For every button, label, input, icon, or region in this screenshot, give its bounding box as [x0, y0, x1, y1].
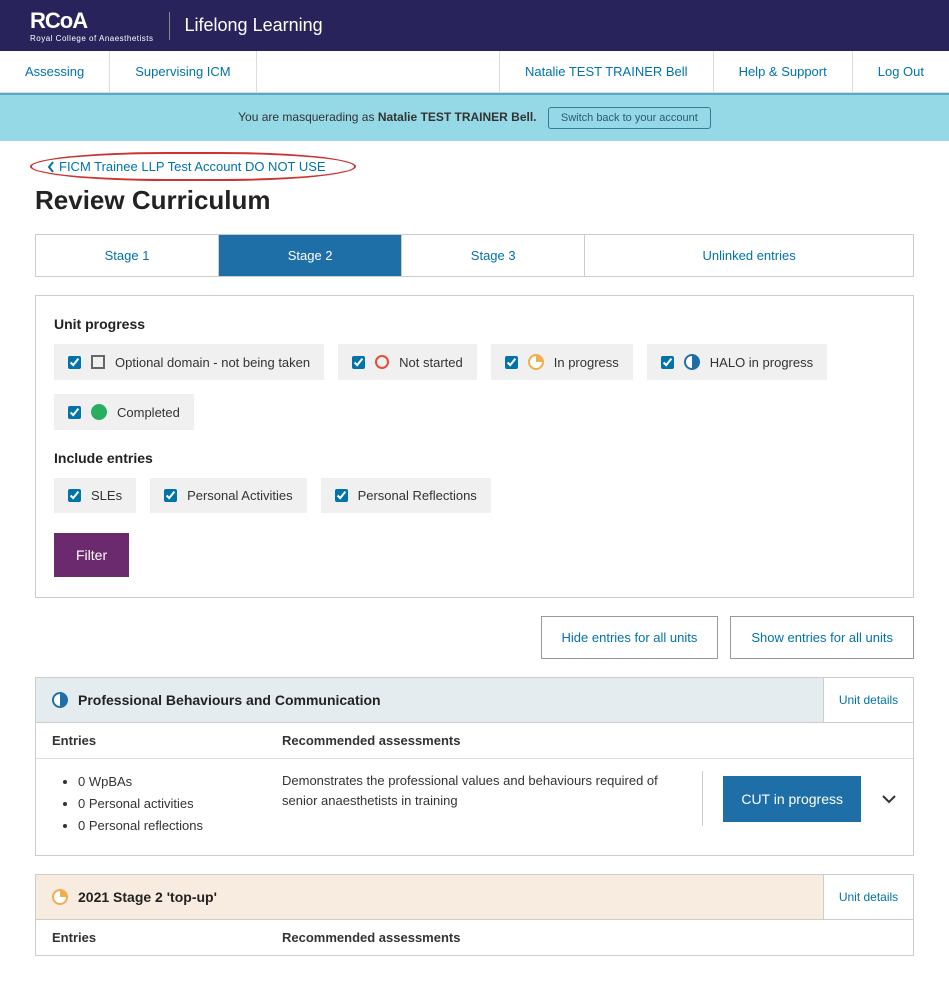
in-progress-icon [52, 889, 68, 905]
filter-label: Optional domain - not being taken [115, 355, 310, 370]
filter-label: Personal Reflections [358, 488, 477, 503]
checkbox-optional-domain[interactable] [68, 356, 81, 369]
filter-sles[interactable]: SLEs [54, 478, 136, 513]
main-nav: Assessing Supervising ICM Natalie TEST T… [0, 51, 949, 93]
filter-label: In progress [554, 355, 619, 370]
nav-right: Natalie TEST TRAINER Bell Help & Support… [499, 51, 949, 92]
filter-optional-domain[interactable]: Optional domain - not being taken [54, 344, 324, 380]
masquerade-prefix: You are masquerading as [238, 110, 378, 124]
filter-halo-in-progress[interactable]: HALO in progress [647, 344, 827, 380]
logo-divider [169, 12, 170, 40]
masquerade-bar: You are masquerading as Natalie TEST TRA… [0, 93, 949, 141]
completed-icon [91, 404, 107, 420]
bulk-actions: Hide entries for all units Show entries … [35, 616, 914, 659]
switch-back-button[interactable]: Switch back to your account [548, 107, 711, 129]
nav-user-name[interactable]: Natalie TEST TRAINER Bell [499, 51, 713, 92]
unit-card: Professional Behaviours and Communicatio… [35, 677, 914, 856]
logo-rcoa: RCoA Royal College of Anaesthetists [30, 8, 154, 43]
nav-left: Assessing Supervising ICM [0, 51, 257, 92]
unit-title: 2021 Stage 2 'top-up' [78, 889, 217, 905]
breadcrumb-label: FICM Trainee LLP Test Account DO NOT USE [59, 159, 326, 174]
unit-title-area: Professional Behaviours and Communicatio… [36, 678, 823, 722]
not-started-icon [375, 355, 389, 369]
nav-logout[interactable]: Log Out [852, 51, 949, 92]
unit-body: Entries Recommended assessments 0 WpBAs … [36, 722, 913, 855]
unit-details-button[interactable]: Unit details [823, 678, 913, 722]
nav-assessing[interactable]: Assessing [0, 51, 110, 92]
empty-square-icon [91, 355, 105, 369]
tab-stage-3[interactable]: Stage 3 [402, 235, 585, 276]
logo-block: RCoA Royal College of Anaesthetists Life… [30, 8, 323, 43]
unit-title: Professional Behaviours and Communicatio… [78, 692, 381, 708]
tab-unlinked-entries[interactable]: Unlinked entries [585, 235, 913, 276]
logo-sub-text: Royal College of Anaesthetists [30, 34, 154, 43]
filter-label: Not started [399, 355, 463, 370]
checkbox-in-progress[interactable] [505, 356, 518, 369]
tab-stage-2[interactable]: Stage 2 [219, 235, 402, 276]
tab-stage-1[interactable]: Stage 1 [36, 235, 219, 276]
checkbox-personal-activities[interactable] [164, 489, 177, 502]
chevron-left-icon [47, 161, 55, 173]
checkbox-halo-in-progress[interactable] [661, 356, 674, 369]
checkbox-sles[interactable] [68, 489, 81, 502]
filter-label: Completed [117, 405, 180, 420]
filter-card: Unit progress Optional domain - not bein… [35, 295, 914, 598]
halo-in-progress-icon [684, 354, 700, 370]
filter-label: Personal Activities [187, 488, 293, 503]
breadcrumb[interactable]: FICM Trainee LLP Test Account DO NOT USE [35, 156, 338, 177]
include-entries-heading: Include entries [54, 450, 895, 466]
unit-card: 2021 Stage 2 'top-up' Unit details Entri… [35, 874, 914, 956]
unit-column-headers: Entries Recommended assessments [36, 919, 913, 955]
filter-button[interactable]: Filter [54, 533, 129, 577]
include-entries-row: SLEs Personal Activities Personal Reflec… [54, 478, 895, 513]
halo-in-progress-icon [52, 692, 68, 708]
entry-item: 0 WpBAs [78, 771, 282, 793]
stage-tabs: Stage 1 Stage 2 Stage 3 Unlinked entries [35, 234, 914, 277]
show-entries-button[interactable]: Show entries for all units [730, 616, 914, 659]
col-header-entries: Entries [52, 930, 282, 945]
content-area: FICM Trainee LLP Test Account DO NOT USE… [0, 141, 949, 1004]
unit-header: 2021 Stage 2 'top-up' Unit details [36, 875, 913, 919]
unit-body: Entries Recommended assessments [36, 919, 913, 955]
unit-columns-body: 0 WpBAs 0 Personal activities 0 Personal… [36, 758, 913, 855]
filter-personal-reflections[interactable]: Personal Reflections [321, 478, 491, 513]
col-header-assess: Recommended assessments [282, 930, 897, 945]
page-title: Review Curriculum [35, 185, 914, 216]
unit-details-button[interactable]: Unit details [823, 875, 913, 919]
col-header-entries: Entries [52, 733, 282, 748]
masquerade-user: Natalie TEST TRAINER Bell. [378, 110, 537, 124]
unit-header: Professional Behaviours and Communicatio… [36, 678, 913, 722]
nav-help-support[interactable]: Help & Support [713, 51, 852, 92]
entries-list: 0 WpBAs 0 Personal activities 0 Personal… [52, 771, 282, 837]
unit-column-headers: Entries Recommended assessments [36, 722, 913, 758]
unit-progress-heading: Unit progress [54, 316, 895, 332]
header-title: Lifelong Learning [185, 15, 323, 36]
cut-in-progress-button[interactable]: CUT in progress [723, 776, 861, 822]
filter-in-progress[interactable]: In progress [491, 344, 633, 380]
logo-main-text: RCoA [30, 8, 87, 33]
in-progress-icon [528, 354, 544, 370]
checkbox-completed[interactable] [68, 406, 81, 419]
unit-title-area: 2021 Stage 2 'top-up' [36, 875, 823, 919]
chevron-down-icon[interactable] [881, 789, 897, 809]
checkbox-personal-reflections[interactable] [335, 489, 348, 502]
unit-progress-row: Optional domain - not being taken Not st… [54, 344, 895, 430]
filter-label: SLEs [91, 488, 122, 503]
header-bar: RCoA Royal College of Anaesthetists Life… [0, 0, 949, 51]
unit-right-actions: CUT in progress [702, 771, 897, 826]
breadcrumb-wrap: FICM Trainee LLP Test Account DO NOT USE [35, 156, 338, 177]
nav-supervising-icm[interactable]: Supervising ICM [110, 51, 256, 92]
entry-item: 0 Personal activities [78, 793, 282, 815]
filter-personal-activities[interactable]: Personal Activities [150, 478, 307, 513]
filter-not-started[interactable]: Not started [338, 344, 477, 380]
assessment-text: Demonstrates the professional values and… [282, 771, 702, 810]
filter-label: HALO in progress [710, 355, 813, 370]
checkbox-not-started[interactable] [352, 356, 365, 369]
col-header-assess: Recommended assessments [282, 733, 897, 748]
filter-completed[interactable]: Completed [54, 394, 194, 430]
hide-entries-button[interactable]: Hide entries for all units [541, 616, 719, 659]
